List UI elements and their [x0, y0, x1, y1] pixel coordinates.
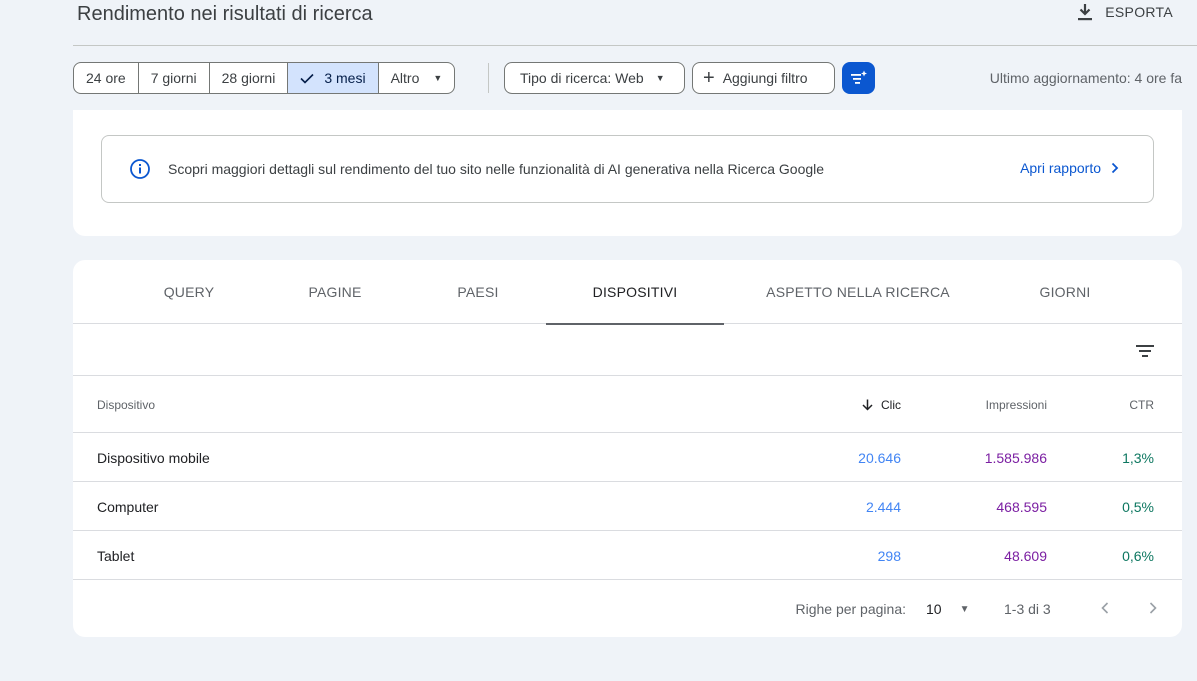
- check-icon: [300, 73, 314, 84]
- tab-aspetto-nella-ricerca[interactable]: ASPETTO NELLA RICERCA: [743, 260, 973, 324]
- chevron-right-icon[interactable]: [1141, 596, 1165, 620]
- search-type-label: Tipo di ricerca: Web: [520, 70, 644, 86]
- export-button[interactable]: ESPORTA: [1077, 3, 1173, 21]
- pagination-bar: Righe per pagina: 10 ▼ 1-3 di 3: [73, 580, 1182, 637]
- info-icon: [130, 159, 150, 179]
- chevron-right-icon: [1111, 162, 1119, 174]
- cell-dispositivo: Dispositivo mobile: [97, 450, 210, 466]
- range-3m-button[interactable]: 3 mesi: [288, 63, 379, 93]
- cell-impressioni: 468.595: [996, 499, 1047, 515]
- cell-clic: 2.444: [865, 499, 901, 515]
- ai-features-banner: Scopri maggiori dettagli sul rendimento …: [101, 135, 1154, 203]
- tab-giorni[interactable]: GIORNI: [993, 260, 1137, 324]
- cell-dispositivo: Computer: [97, 499, 159, 515]
- range-24h-button[interactable]: 24 ore: [74, 63, 139, 93]
- column-header-impressioni[interactable]: Impressioni: [986, 398, 1047, 412]
- tab-paesi[interactable]: PAESI: [406, 260, 550, 324]
- filter-rows-icon[interactable]: [1133, 339, 1157, 363]
- dimension-tabs: QUERY PAGINE PAESI DISPOSITIVI ASPETTO N…: [73, 260, 1182, 325]
- cell-impressioni: 48.609: [1004, 548, 1047, 564]
- filter-sparkle-icon: [850, 70, 867, 84]
- chevron-left-icon[interactable]: [1093, 596, 1117, 620]
- table-row[interactable]: Tablet 298 48.609 0,6%: [73, 531, 1182, 580]
- title-divider: [73, 45, 1197, 46]
- tab-query[interactable]: QUERY: [117, 260, 261, 324]
- date-range-selector: 24 ore 7 giorni 28 giorni 3 mesi Altro ▼: [73, 62, 456, 94]
- range-more-dropdown[interactable]: Altro ▼: [379, 63, 455, 93]
- arrow-down-icon: [862, 399, 873, 411]
- caret-down-icon: ▼: [433, 73, 443, 83]
- open-report-link[interactable]: Apri rapporto: [1020, 160, 1119, 176]
- column-header-dispositivo[interactable]: Dispositivo: [97, 398, 155, 412]
- cell-impressioni: 1.585.986: [984, 450, 1047, 466]
- rows-per-page-select[interactable]: 10 ▼: [926, 601, 969, 617]
- plus-icon: +: [703, 67, 715, 89]
- column-header-clic[interactable]: Clic: [862, 398, 901, 412]
- caret-down-icon: ▼: [655, 73, 665, 83]
- search-type-filter[interactable]: Tipo di ricerca: Web ▼: [504, 62, 685, 94]
- tab-dispositivi[interactable]: DISPOSITIVI: [546, 260, 724, 325]
- table-row[interactable]: Computer 2.444 468.595 0,5%: [73, 482, 1182, 531]
- cell-ctr: 1,3%: [1122, 450, 1154, 466]
- table-header: Dispositivo Clic Impressioni CTR: [73, 376, 1182, 433]
- range-7d-button[interactable]: 7 giorni: [139, 63, 210, 93]
- add-filter-label: Aggiungi filtro: [722, 70, 808, 86]
- cell-ctr: 0,5%: [1122, 499, 1154, 515]
- cell-ctr: 0,6%: [1122, 548, 1154, 564]
- banner-text: Scopri maggiori dettagli sul rendimento …: [168, 161, 825, 177]
- export-label: ESPORTA: [1105, 4, 1173, 20]
- add-filter-button[interactable]: + Aggiungi filtro: [692, 62, 835, 94]
- last-updated-text: Ultimo aggiornamento: 4 ore fa: [989, 70, 1182, 86]
- download-icon: [1078, 4, 1093, 21]
- page-title: Rendimento nei risultati di ricerca: [77, 3, 373, 25]
- cell-clic: 298: [877, 548, 901, 564]
- tab-pagine[interactable]: PAGINE: [263, 260, 407, 324]
- pagination-range: 1-3 di 3: [1004, 601, 1051, 617]
- cell-clic: 20.646: [858, 450, 901, 466]
- range-28d-button[interactable]: 28 giorni: [210, 63, 289, 93]
- compare-filter-button[interactable]: [842, 62, 875, 94]
- column-header-ctr[interactable]: CTR: [1129, 398, 1154, 412]
- rows-per-page-label: Righe per pagina:: [795, 601, 906, 617]
- toolbar-divider: [488, 63, 489, 93]
- table-row[interactable]: Dispositivo mobile 20.646 1.585.986 1,3%: [73, 433, 1182, 482]
- data-table-card: QUERY PAGINE PAESI DISPOSITIVI ASPETTO N…: [73, 260, 1182, 637]
- cell-dispositivo: Tablet: [97, 548, 135, 564]
- open-report-label: Apri rapporto: [1020, 160, 1101, 176]
- caret-down-icon: ▼: [959, 603, 970, 615]
